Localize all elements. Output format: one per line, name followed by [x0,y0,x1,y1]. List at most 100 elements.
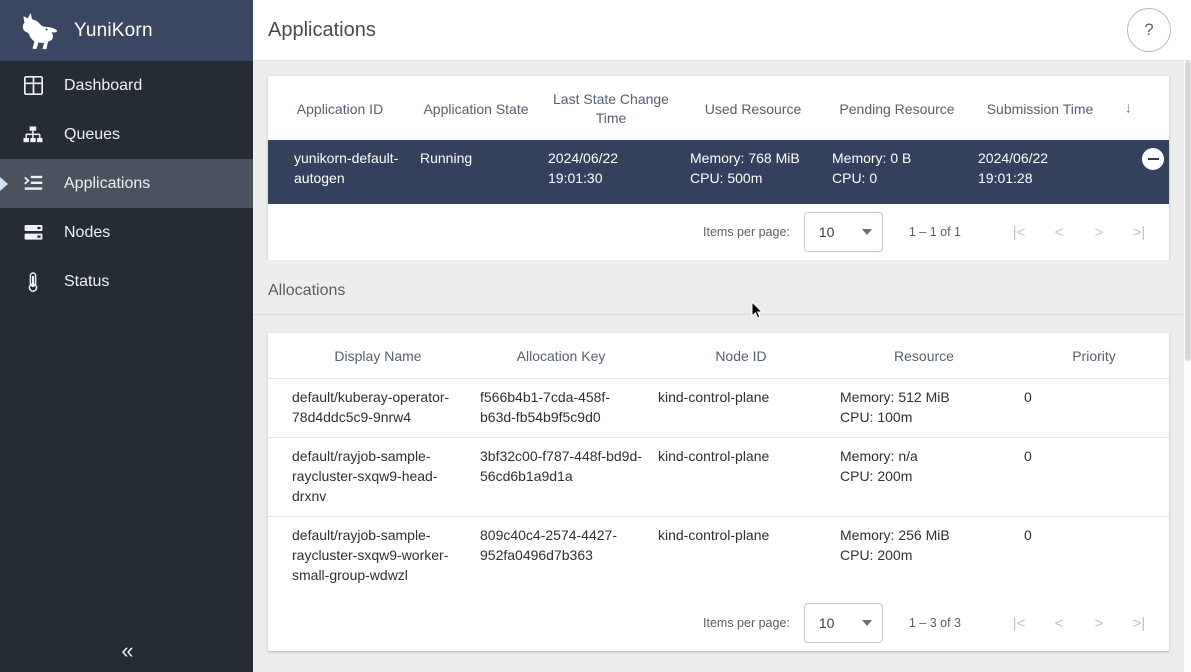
allocations-paginator: Items per page: 10 1 – 3 of 3 |< < > >| [268,595,1169,651]
column-header-node-id[interactable]: Node ID [650,333,832,379]
sidebar-item-applications[interactable]: Applications [0,159,253,208]
first-page-icon[interactable]: |< [999,603,1039,643]
cell-last-state-change-time: 2024/06/22 19:01:30 [540,140,682,204]
cell-priority: 0 [1016,438,1169,517]
unicorn-logo-icon [14,10,64,52]
page-range-label: 1 – 1 of 1 [909,225,961,239]
cell-allocation-key: 3bf32c00-f787-448f-bd9d-56cd6b1a9d1a [472,438,650,517]
table-row[interactable]: default/rayjob-sample-raycluster-sxqw9-h… [268,438,1169,517]
cell-display-name: default/rayjob-sample-raycluster-sxqw9-w… [268,517,472,596]
help-button[interactable]: ? [1127,8,1171,52]
content-scroll-area: Application ID Application State Last St… [253,61,1191,672]
chevron-down-icon [862,229,872,235]
table-row[interactable]: yunikorn-default-autogen Running 2024/06… [268,140,1169,204]
sidebar-item-nodes[interactable]: Nodes [0,208,253,257]
chevron-down-icon [862,620,872,626]
cell-allocation-key: f566b4b1-7cda-458f-b63d-fb54b9f5c9d0 [472,379,650,438]
table-row[interactable]: default/rayjob-sample-raycluster-sxqw9-w… [268,517,1169,596]
applications-card: Application ID Application State Last St… [268,76,1169,260]
items-per-page-select[interactable]: 10 [804,603,883,643]
previous-page-icon[interactable]: < [1039,603,1079,643]
cell-priority: 0 [1016,379,1169,438]
sidebar-item-status[interactable]: Status [0,257,253,306]
sidebar-item-label: Nodes [64,224,110,242]
queues-hierarchy-icon [18,126,48,144]
cell-resource: Memory: 256 MiB CPU: 200m [832,517,1016,596]
cell-resource: Memory: n/a CPU: 200m [832,438,1016,517]
help-question-icon: ? [1144,20,1153,40]
brand-title: YuniKorn [74,20,153,42]
last-page-icon[interactable]: >| [1119,603,1159,643]
arrow-down-icon: ↓ [1125,99,1133,118]
cell-resource: Memory: 512 MiB CPU: 100m [832,379,1016,438]
allocations-title: Allocations [268,282,1191,300]
cell-node-id: kind-control-plane [650,438,832,517]
yunikorn-application-window: YuniKorn Dashboard [0,0,1191,672]
column-header-application-id[interactable]: Application ID [268,76,412,140]
column-header-last-state-change-time[interactable]: Last State Change Time [540,76,682,140]
page-title: Applications [268,19,376,42]
column-header-allocation-key[interactable]: Allocation Key [472,333,650,379]
nodes-server-icon [18,224,48,241]
cell-node-id: kind-control-plane [650,517,832,596]
column-header-pending-resource[interactable]: Pending Resource [824,76,970,140]
sidebar-item-label: Queues [64,126,120,144]
cell-priority: 0 [1016,517,1169,596]
applications-table: Application ID Application State Last St… [268,76,1169,204]
items-per-page-label: Items per page: [703,225,790,239]
cell-submission-time: 2024/06/22 19:01:28 [970,140,1110,204]
status-thermometer-icon [18,272,48,292]
brand-header[interactable]: YuniKorn [0,0,253,61]
table-row[interactable]: default/kuberay-operator-78d4ddc5c9-9nrw… [268,379,1169,438]
cell-used-resource: Memory: 768 MiB CPU: 500m [682,140,824,204]
vertical-scrollbar[interactable] [1183,61,1191,672]
cell-application-id: yunikorn-default-autogen [268,140,412,204]
column-header-priority[interactable]: Priority [1016,333,1169,379]
cell-expand-action [1110,140,1169,204]
sidebar-nav: Dashboard Q [0,61,253,306]
cell-node-id: kind-control-plane [650,379,832,438]
first-page-icon[interactable]: |< [999,212,1039,252]
previous-page-icon[interactable]: < [1039,212,1079,252]
items-per-page-select[interactable]: 10 [804,212,883,252]
allocations-section-header: Allocations [253,260,1191,314]
cell-pending-resource: Memory: 0 B CPU: 0 [824,140,970,204]
sidebar-item-queues[interactable]: Queues [0,110,253,159]
applications-table-body: yunikorn-default-autogen Running 2024/06… [268,140,1169,204]
sidebar: YuniKorn Dashboard [0,0,253,672]
items-per-page-label: Items per page: [703,616,790,630]
sidebar-item-label: Dashboard [64,77,142,95]
table-header-row: Display Name Allocation Key Node ID Reso… [268,333,1169,379]
column-header-submission-time[interactable]: Submission Time ↓ [970,76,1110,140]
last-page-icon[interactable]: >| [1119,212,1159,252]
sidebar-item-dashboard[interactable]: Dashboard [0,61,253,110]
applications-table-header: Application ID Application State Last St… [268,76,1169,140]
cell-application-state: Running [412,140,540,204]
allocations-table-body: default/kuberay-operator-78d4ddc5c9-9nrw… [268,379,1169,596]
allocations-card: Display Name Allocation Key Node ID Reso… [268,333,1169,651]
main-panel: Applications ? Application ID Applicatio… [253,0,1191,672]
dashboard-grid-icon [18,76,48,95]
column-header-display-name[interactable]: Display Name [268,333,472,379]
cell-display-name: default/kuberay-operator-78d4ddc5c9-9nrw… [268,379,472,438]
column-header-resource[interactable]: Resource [832,333,1016,379]
items-per-page-value: 10 [819,224,835,240]
active-marker-icon [0,177,8,191]
scrollbar-thumb[interactable] [1185,61,1191,361]
allocations-table: Display Name Allocation Key Node ID Reso… [268,333,1169,595]
sidebar-item-label: Status [64,273,109,291]
items-per-page-value: 10 [819,615,835,631]
next-page-icon[interactable]: > [1079,603,1119,643]
cell-display-name: default/rayjob-sample-raycluster-sxqw9-h… [268,438,472,517]
chevron-double-left-icon: « [121,640,131,662]
top-bar: Applications ? [253,0,1191,61]
column-header-label: Submission Time [987,101,1094,117]
column-header-used-resource[interactable]: Used Resource [682,76,824,140]
cell-allocation-key: 809c40c4-2574-4427-952fa0496d7b363 [472,517,650,596]
sidebar-collapse-button[interactable]: « [0,630,253,672]
minus-circle-icon[interactable] [1142,148,1164,170]
page-range-label: 1 – 3 of 3 [909,616,961,630]
applications-paginator: Items per page: 10 1 – 1 of 1 |< < > >| [268,204,1169,260]
column-header-application-state[interactable]: Application State [412,76,540,140]
next-page-icon[interactable]: > [1079,212,1119,252]
